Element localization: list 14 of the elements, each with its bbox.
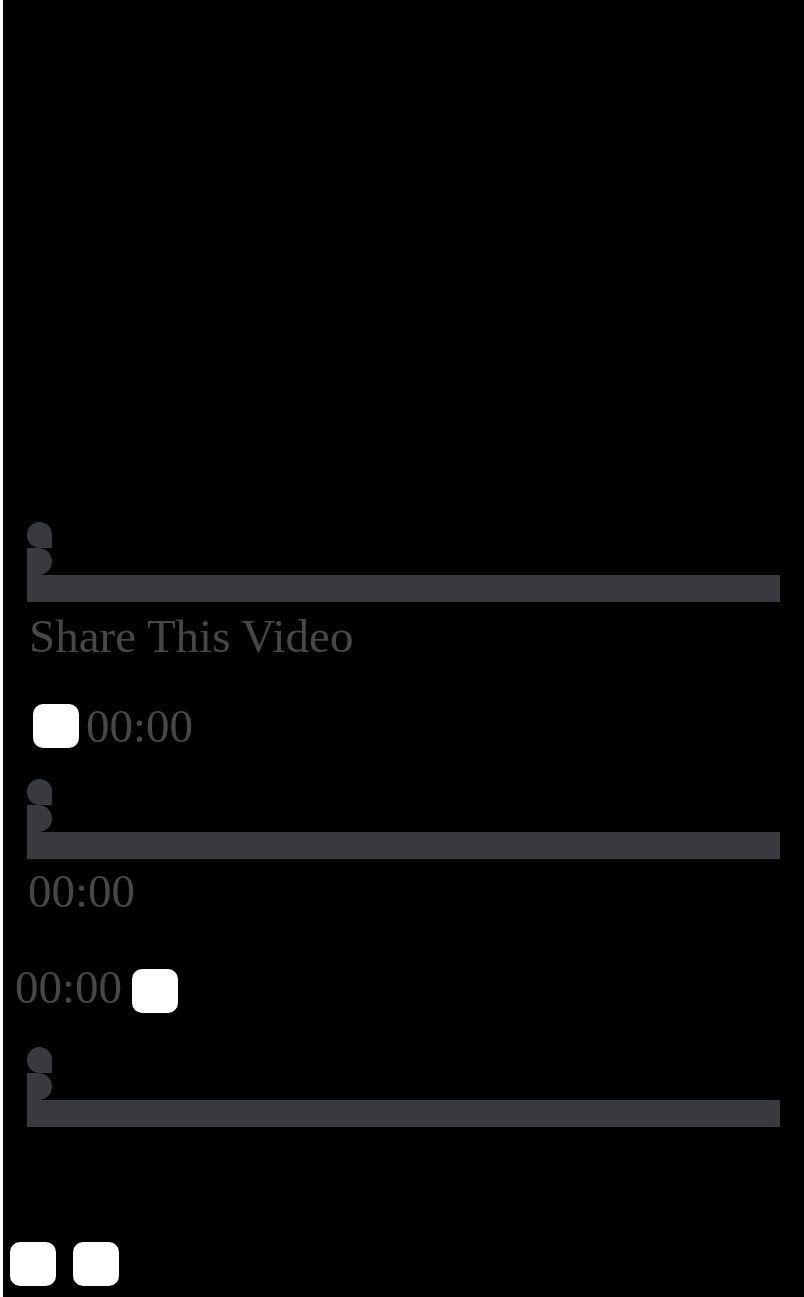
slider-track[interactable] [27, 1100, 780, 1127]
slider-handle[interactable] [27, 522, 52, 575]
slider-track[interactable] [27, 575, 780, 602]
share-heading: Share This Video [29, 609, 354, 664]
square-icon[interactable] [73, 1242, 119, 1286]
time-label: 00:00 [15, 961, 123, 1013]
time-label: 00:00 [86, 700, 194, 752]
time-label: 00:00 [28, 865, 136, 917]
slider-handle[interactable] [27, 779, 52, 832]
square-icon[interactable] [132, 969, 179, 1013]
square-icon[interactable] [33, 704, 79, 748]
slider-handle[interactable] [27, 1047, 52, 1100]
slider-track[interactable] [27, 832, 780, 859]
square-icon[interactable] [10, 1242, 56, 1286]
